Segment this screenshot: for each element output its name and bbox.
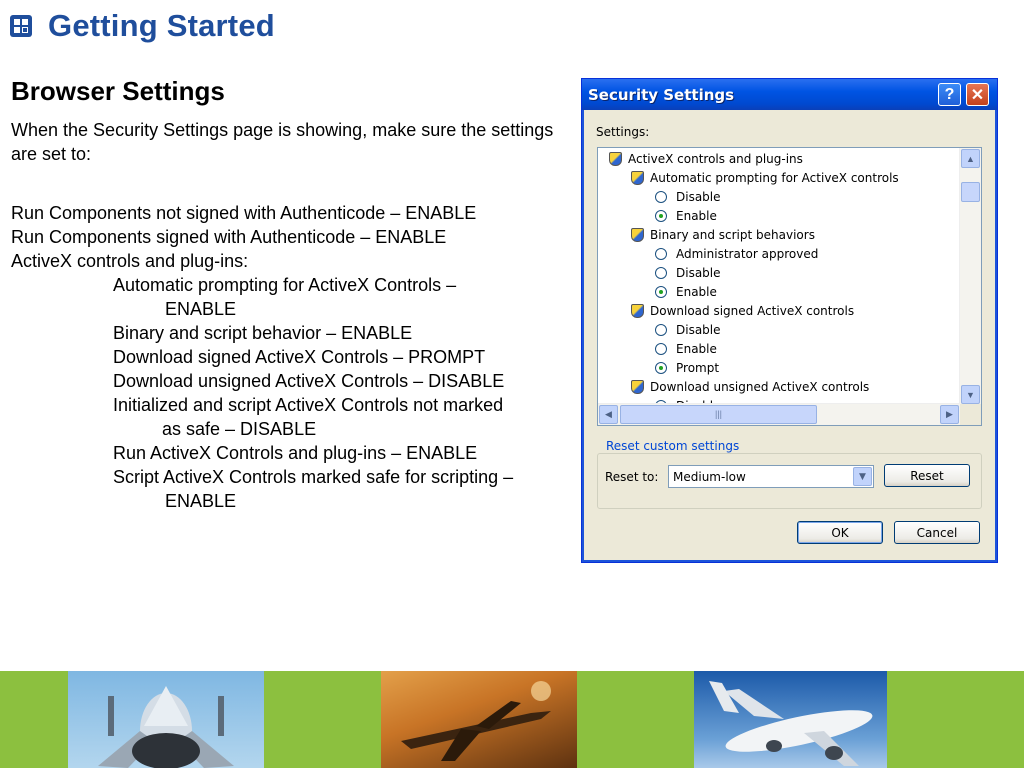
- tree-option[interactable]: Disable: [655, 320, 721, 339]
- help-button[interactable]: ?: [938, 83, 961, 106]
- security-settings-dialog: Security Settings ? ✕ Settings: ActiveX …: [581, 78, 998, 563]
- settings-tree: ActiveX controls and plug-ins Automatic p…: [597, 147, 982, 426]
- reset-button[interactable]: Reset: [884, 464, 970, 487]
- tree-setting: Automatic prompting for ActiveX controls: [631, 168, 899, 187]
- reset-to-label: Reset to:: [605, 470, 659, 484]
- security-shield-icon: [631, 379, 644, 394]
- chevron-down-icon[interactable]: ▼: [853, 467, 872, 486]
- tree-option[interactable]: Disable: [655, 187, 721, 206]
- cancel-button[interactable]: Cancel: [894, 521, 980, 544]
- fighter-jet-photo: [68, 671, 264, 768]
- scroll-down-button[interactable]: ▼: [961, 385, 980, 404]
- settings-list: Run Components not signed with Authentic…: [11, 201, 571, 513]
- tree-item-label: Automatic prompting for ActiveX controls: [650, 170, 899, 185]
- radio-icon[interactable]: [655, 342, 667, 355]
- tree-option[interactable]: Enable: [655, 339, 717, 358]
- page-title: Getting Started: [48, 8, 275, 43]
- tree-option[interactable]: Administrator approved: [655, 244, 818, 263]
- section-title: Browser Settings: [11, 76, 225, 106]
- settings-line: Initialized and script ActiveX Controls …: [113, 395, 504, 415]
- tree-option[interactable]: Prompt: [655, 358, 719, 377]
- scrollbar-corner: [960, 404, 981, 425]
- settings-line: Automatic prompting for ActiveX Controls…: [113, 275, 457, 295]
- security-shield-icon: [631, 303, 644, 318]
- page-header: Getting Started: [10, 8, 275, 44]
- tree-item-label: Binary and script behaviors: [650, 227, 815, 242]
- radio-selected-icon[interactable]: [655, 209, 667, 222]
- radio-selected-icon[interactable]: [655, 361, 667, 374]
- settings-line: Download unsigned ActiveX Controls – DIS…: [113, 371, 505, 391]
- tree-item-label: Disable: [676, 189, 721, 204]
- dialog-title: Security Settings: [588, 85, 735, 104]
- intro-text: When the Security Settings page is showi…: [11, 120, 554, 164]
- settings-line: Run Components signed with Authenticode …: [11, 227, 447, 247]
- dialog-title-bar[interactable]: Security Settings ? ✕: [582, 79, 997, 110]
- business-jet-photo: [381, 671, 577, 768]
- reset-group-legend: Reset custom settings: [603, 439, 743, 453]
- tree-category: ActiveX controls and plug-ins: [609, 149, 803, 168]
- tree-option[interactable]: Enable: [655, 206, 717, 225]
- horizontal-scroll-thumb[interactable]: |||: [620, 405, 817, 424]
- fighter-jet-graphic: [98, 686, 234, 768]
- scroll-up-button[interactable]: ▲: [961, 149, 980, 168]
- scroll-right-button[interactable]: ▶: [940, 405, 959, 424]
- settings-line: ENABLE: [165, 299, 237, 319]
- tree-option[interactable]: Enable: [655, 282, 717, 301]
- settings-label: Settings:: [596, 125, 650, 139]
- tree-item-label: Administrator approved: [676, 246, 819, 261]
- settings-line: as safe – DISABLE: [162, 419, 317, 439]
- settings-tree-list: ActiveX controls and plug-ins Automatic p…: [598, 148, 960, 405]
- settings-line: Script ActiveX Controls marked safe for …: [113, 467, 514, 487]
- vertical-scrollbar[interactable]: ▲ ▼: [959, 148, 981, 405]
- tree-item-label: Download unsigned ActiveX controls: [650, 379, 870, 394]
- security-shield-icon: [631, 227, 644, 242]
- security-shield-icon: [609, 151, 622, 166]
- security-shield-icon: [631, 170, 644, 185]
- tree-setting: Download unsigned ActiveX controls: [631, 377, 869, 396]
- scroll-thumb[interactable]: [961, 182, 980, 202]
- settings-line: ActiveX controls and plug-ins:: [11, 251, 249, 271]
- settings-line: Download signed ActiveX Controls – PROMP…: [113, 347, 486, 367]
- settings-line: ENABLE: [165, 491, 237, 511]
- radio-icon[interactable]: [655, 247, 667, 260]
- radio-icon[interactable]: [655, 323, 667, 336]
- tree-option[interactable]: Disable: [655, 263, 721, 282]
- business-jet-graphic: [401, 681, 551, 761]
- radio-icon[interactable]: [655, 190, 667, 203]
- settings-line: Run Components not signed with Authentic…: [11, 203, 477, 223]
- tree-item-label: ActiveX controls and plug-ins: [628, 151, 803, 166]
- tree-item-label: Enable: [676, 208, 717, 223]
- tree-item-label: Disable: [676, 265, 721, 280]
- tree-item-label: Enable: [676, 284, 717, 299]
- settings-line: Run ActiveX Controls and plug-ins – ENAB…: [113, 443, 478, 463]
- horizontal-scrollbar[interactable]: ◀ ||| ▶: [598, 403, 960, 425]
- airliner-graphic: [709, 681, 873, 766]
- tree-item-label: Prompt: [676, 360, 720, 375]
- radio-icon[interactable]: [655, 266, 667, 279]
- tree-setting: Binary and script behaviors: [631, 225, 815, 244]
- reset-level-select[interactable]: Medium-low ▼: [668, 465, 874, 488]
- instructions-panel: Browser Settings When the Security Setti…: [11, 74, 571, 513]
- airliner-photo: [694, 671, 887, 768]
- tree-item-label: Enable: [676, 341, 717, 356]
- radio-selected-icon[interactable]: [655, 285, 667, 298]
- settings-line: Binary and script behavior – ENABLE: [113, 323, 413, 343]
- tree-item-label: Download signed ActiveX controls: [650, 303, 855, 318]
- tree-item-label: Disable: [676, 322, 721, 337]
- gear-box-icon: [10, 15, 32, 37]
- scroll-left-button[interactable]: ◀: [599, 405, 618, 424]
- reset-level-value: Medium-low: [673, 469, 746, 484]
- tree-setting: Download signed ActiveX controls: [631, 301, 854, 320]
- close-button[interactable]: ✕: [966, 83, 989, 106]
- ok-button[interactable]: OK: [797, 521, 883, 544]
